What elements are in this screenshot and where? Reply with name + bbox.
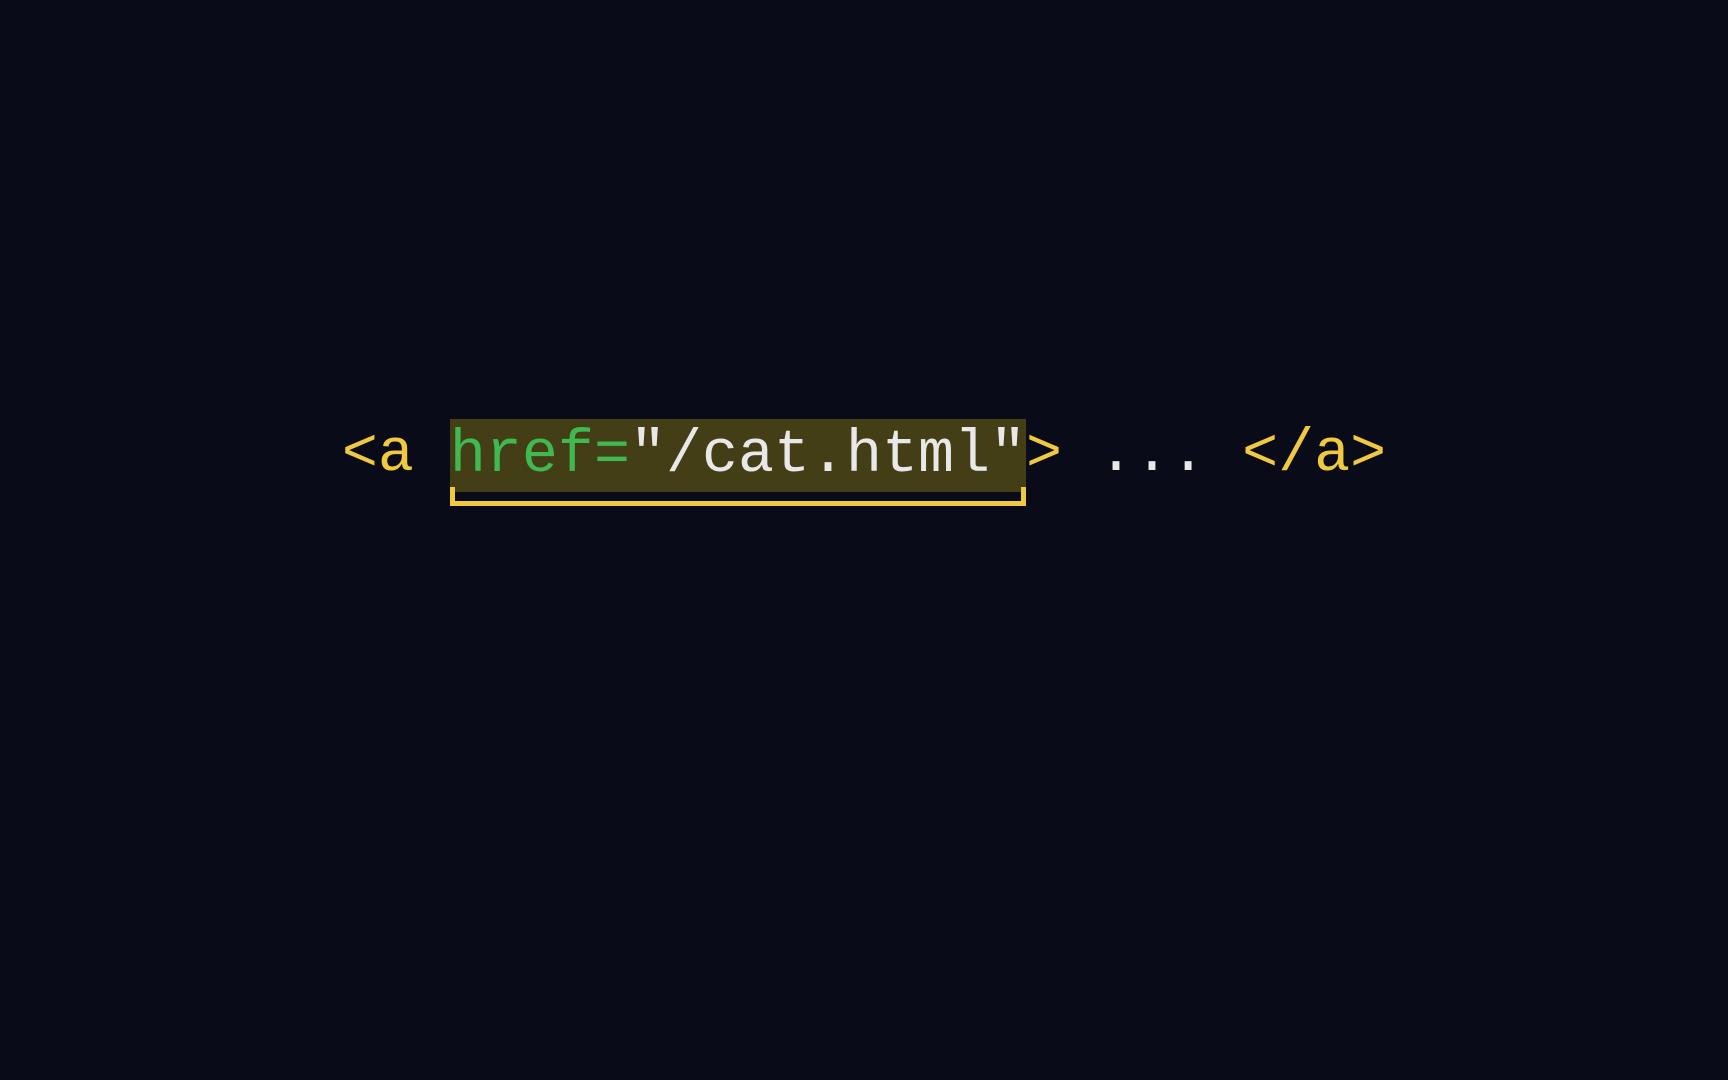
closing-tag-open-bracket: </ bbox=[1242, 421, 1314, 489]
attribute-value: "/cat.html" bbox=[630, 422, 1026, 490]
attribute-highlight: href="/cat.html" bbox=[450, 419, 1026, 492]
code-snippet: <a href="/cat.html"> ... </a> bbox=[342, 419, 1386, 492]
attribute-equals: = bbox=[594, 422, 630, 490]
open-angle-bracket: < bbox=[342, 421, 378, 489]
tag-name-close: a bbox=[1314, 421, 1350, 489]
final-angle-bracket: > bbox=[1350, 421, 1386, 489]
space bbox=[414, 421, 450, 489]
tag-name-open: a bbox=[378, 421, 414, 489]
attribute-name: href bbox=[450, 422, 594, 490]
content-ellipsis: ... bbox=[1062, 421, 1242, 489]
close-angle-bracket: > bbox=[1026, 421, 1062, 489]
